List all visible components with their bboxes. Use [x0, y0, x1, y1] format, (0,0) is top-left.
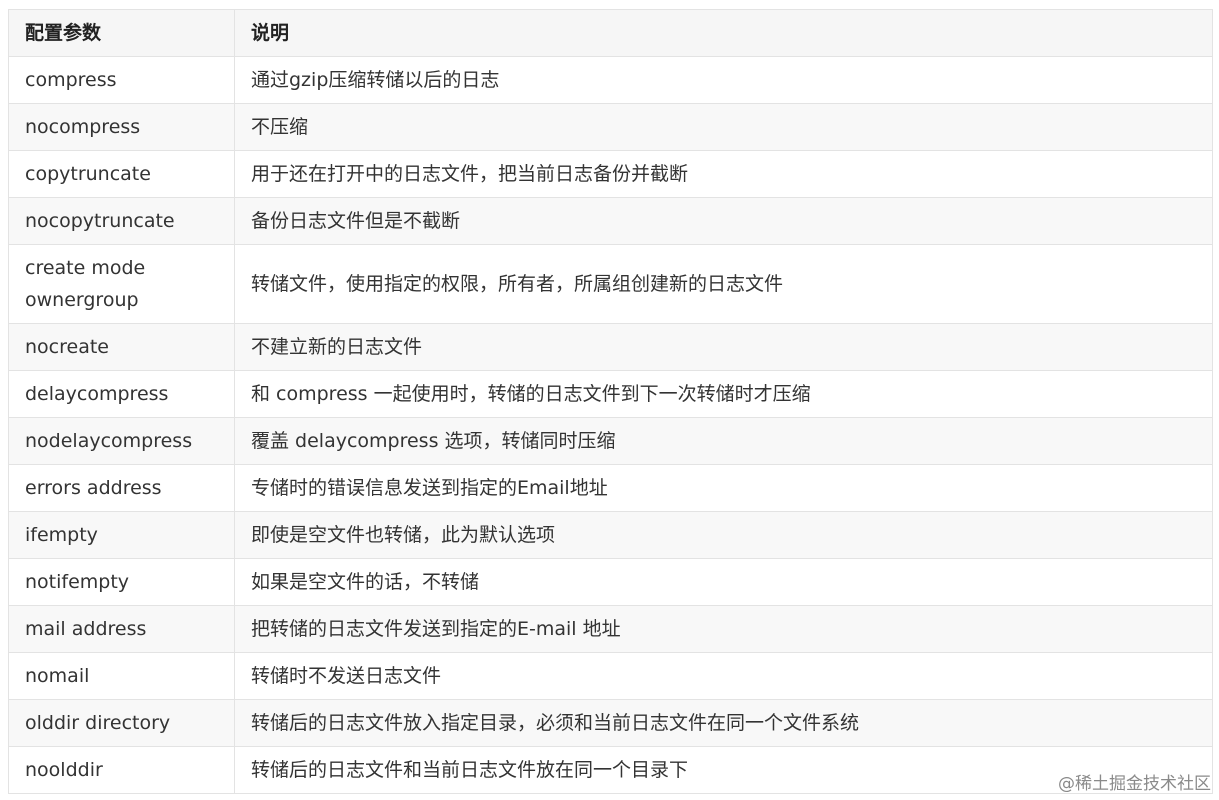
table-row: errors address 专储时的错误信息发送到指定的Email地址	[8, 464, 1213, 512]
desc-cell: 不压缩	[234, 103, 1213, 151]
table-row: olddir directory 转储后的日志文件放入指定目录，必须和当前日志文…	[8, 699, 1213, 747]
table-row: notifempty 如果是空文件的话，不转储	[8, 558, 1213, 606]
desc-cell: 如果是空文件的话，不转储	[234, 558, 1213, 606]
param-cell: notifempty	[8, 558, 235, 606]
table-row: ifempty 即使是空文件也转储，此为默认选项	[8, 511, 1213, 559]
param-cell: compress	[8, 56, 235, 104]
param-cell: errors address	[8, 464, 235, 512]
table-row: create mode ownergroup 转储文件，使用指定的权限，所有者，…	[8, 244, 1213, 324]
column-header-param: 配置参数	[8, 9, 235, 57]
desc-cell: 覆盖 delaycompress 选项，转储同时压缩	[234, 417, 1213, 465]
param-cell: nocreate	[8, 323, 235, 371]
table-row: nodelaycompress 覆盖 delaycompress 选项，转储同时…	[8, 417, 1213, 465]
desc-cell: 通过gzip压缩转储以后的日志	[234, 56, 1213, 104]
table-row: nocreate 不建立新的日志文件	[8, 323, 1213, 371]
table-row: mail address 把转储的日志文件发送到指定的E-mail 地址	[8, 605, 1213, 653]
desc-cell: 专储时的错误信息发送到指定的Email地址	[234, 464, 1213, 512]
desc-cell: 把转储的日志文件发送到指定的E-mail 地址	[234, 605, 1213, 653]
table-header-row: 配置参数 说明	[8, 9, 1213, 57]
param-cell: mail address	[8, 605, 235, 653]
desc-cell: 转储时不发送日志文件	[234, 652, 1213, 700]
desc-cell: 不建立新的日志文件	[234, 323, 1213, 371]
param-cell: noolddir	[8, 746, 235, 794]
param-cell: nomail	[8, 652, 235, 700]
desc-cell: 备份日志文件但是不截断	[234, 197, 1213, 245]
table-row: compress 通过gzip压缩转储以后的日志	[8, 56, 1213, 104]
param-cell: ifempty	[8, 511, 235, 559]
desc-cell: 转储后的日志文件放入指定目录，必须和当前日志文件在同一个文件系统	[234, 699, 1213, 747]
config-table-container: 配置参数 说明 compress 通过gzip压缩转储以后的日志 nocompr…	[8, 9, 1213, 794]
param-cell: nocompress	[8, 103, 235, 151]
table-row: nomail 转储时不发送日志文件	[8, 652, 1213, 700]
desc-cell: 和 compress 一起使用时，转储的日志文件到下一次转储时才压缩	[234, 370, 1213, 418]
watermark-text: @稀土掘金技术社区	[1058, 774, 1211, 794]
desc-cell: 即使是空文件也转储，此为默认选项	[234, 511, 1213, 559]
table-row: delaycompress 和 compress 一起使用时，转储的日志文件到下…	[8, 370, 1213, 418]
table-row: copytruncate 用于还在打开中的日志文件，把当前日志备份并截断	[8, 150, 1213, 198]
desc-cell: 转储文件，使用指定的权限，所有者，所属组创建新的日志文件	[234, 244, 1213, 324]
param-cell: delaycompress	[8, 370, 235, 418]
param-cell: olddir directory	[8, 699, 235, 747]
param-cell: nocopytruncate	[8, 197, 235, 245]
table-row: nocompress 不压缩	[8, 103, 1213, 151]
param-cell: create mode ownergroup	[8, 244, 235, 324]
column-header-desc: 说明	[234, 9, 1213, 57]
table-row: nocopytruncate 备份日志文件但是不截断	[8, 197, 1213, 245]
table-row: noolddir 转储后的日志文件和当前日志文件放在同一个目录下	[8, 746, 1213, 794]
config-table: 配置参数 说明 compress 通过gzip压缩转储以后的日志 nocompr…	[8, 9, 1213, 794]
param-cell: copytruncate	[8, 150, 235, 198]
param-cell: nodelaycompress	[8, 417, 235, 465]
desc-cell: 用于还在打开中的日志文件，把当前日志备份并截断	[234, 150, 1213, 198]
